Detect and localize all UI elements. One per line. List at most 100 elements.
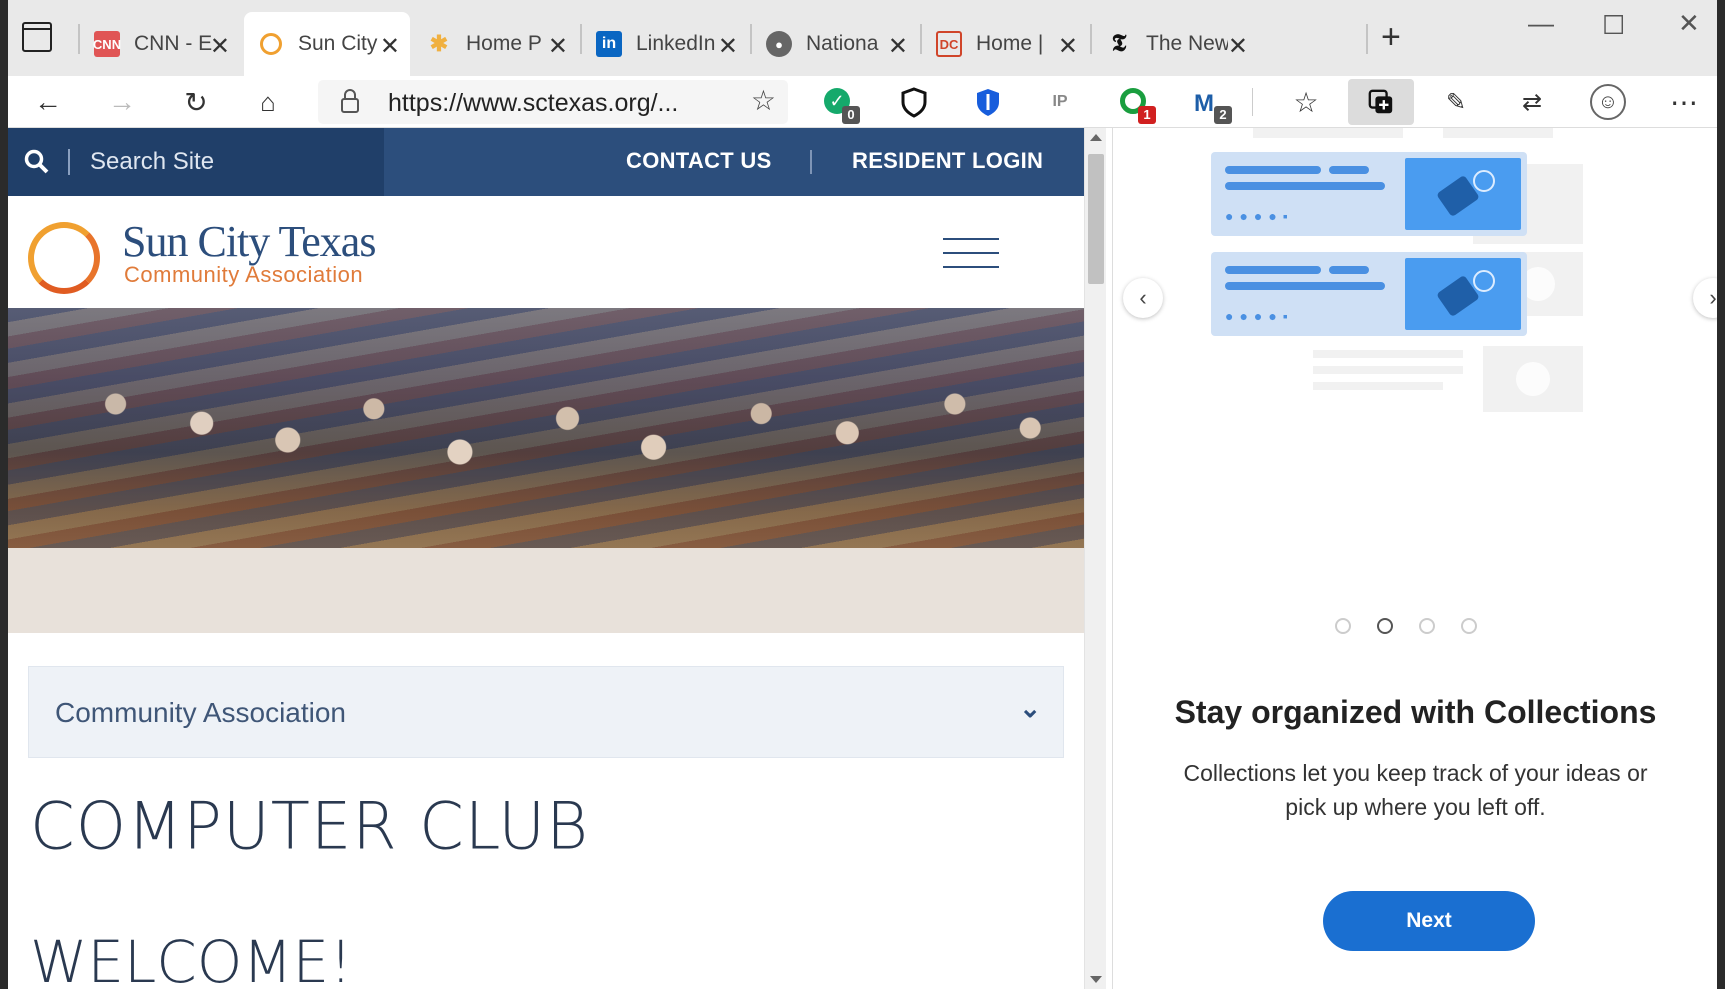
collections-description: Collections let you keep track of your i…	[1183, 760, 1648, 820]
ip-icon[interactable]: IP	[1042, 84, 1078, 120]
home-icon: DC	[936, 31, 962, 57]
bitwarden-icon[interactable]	[970, 84, 1006, 120]
collections-title: Stay organized with Collections	[1174, 694, 1657, 730]
tab-sun-city[interactable]: Sun City ✕	[244, 12, 410, 76]
contact-us-link[interactable]: CONTACT US	[626, 148, 772, 174]
page-dot[interactable]	[1461, 618, 1477, 634]
dropdown-label: Community Association	[55, 697, 347, 728]
search-input[interactable]: Search Site	[90, 148, 214, 176]
illustration-ghost	[1313, 382, 1443, 390]
page-dot-active[interactable]	[1377, 618, 1393, 634]
linkedin-icon: in	[596, 31, 622, 57]
close-tab-icon[interactable]: ✕	[210, 32, 230, 61]
pagination-dots	[1335, 618, 1477, 634]
tab-national[interactable]: ● Nationa ✕	[752, 12, 918, 76]
share-icon[interactable]: ⇄	[1512, 82, 1552, 122]
logo-name: Sun City Texas	[122, 217, 376, 266]
hero-band	[8, 548, 1084, 633]
illustration-ghost	[1313, 350, 1463, 358]
home-p-icon: ✱	[429, 31, 449, 56]
tab-actions-icon[interactable]	[22, 22, 52, 52]
chevron-right-icon: ›	[1709, 285, 1717, 310]
tab-home[interactable]: DC Home | ✕	[922, 12, 1088, 76]
extension-badge: 2	[1214, 106, 1232, 124]
page-title: COMPUTER CLUB	[30, 789, 589, 865]
collections-pane: ●●●●▪ ●●●●▪ ‹ › Stay organized with Coll…	[1112, 128, 1717, 989]
green-extension-icon[interactable]: 1	[1116, 84, 1156, 124]
tab-title: Home P	[466, 32, 542, 55]
tab-title: Home |	[976, 32, 1044, 55]
page-dot[interactable]	[1335, 618, 1351, 634]
back-icon[interactable]: ←	[28, 82, 68, 122]
illustration-ghost	[1483, 346, 1583, 412]
page-dot[interactable]	[1419, 618, 1435, 634]
close-tab-icon[interactable]: ✕	[380, 32, 400, 61]
scroll-down-icon[interactable]	[1090, 976, 1102, 983]
illustration-ghost	[1253, 128, 1403, 138]
site-search[interactable]: Search Site	[8, 128, 384, 196]
chevron-left-icon: ‹	[1139, 285, 1147, 310]
tab-title: The New	[1146, 32, 1228, 55]
url-text: https://www.sctexas.org/...	[388, 89, 679, 117]
top-link-divider	[810, 150, 812, 174]
section-dropdown[interactable]: Community Association ⌄	[28, 666, 1064, 758]
mail-extension-icon[interactable]: M 2	[1192, 84, 1232, 124]
tab-home-p[interactable]: ✱ Home P ✕	[412, 12, 578, 76]
search-divider	[68, 149, 70, 175]
forward-icon[interactable]: →	[102, 82, 142, 122]
browser-window: CNN CNN - E ✕ Sun City ✕ ✱ Home P ✕ in L…	[8, 0, 1717, 989]
close-tab-icon[interactable]: ✕	[1228, 32, 1248, 61]
minimize-icon[interactable]: —	[1528, 8, 1554, 39]
next-slide-arrow-button[interactable]: ›	[1693, 278, 1717, 318]
close-tab-icon[interactable]: ✕	[548, 32, 568, 61]
national-icon: ●	[766, 31, 792, 57]
tab-title: Nationa	[806, 32, 879, 55]
web-capture-icon[interactable]: ✎	[1436, 82, 1476, 122]
scroll-up-icon[interactable]	[1090, 134, 1102, 141]
close-window-icon[interactable]: ✕	[1678, 8, 1700, 39]
shield-icon[interactable]	[896, 84, 932, 120]
home-button-icon[interactable]: ⌂	[248, 82, 288, 122]
nyt-icon: 𝕿	[1111, 30, 1127, 57]
logo-ring-icon	[28, 222, 100, 294]
address-bar[interactable]: https://www.sctexas.org/... ☆	[318, 80, 788, 124]
page-subtitle: WELCOME!	[30, 928, 353, 989]
refresh-icon[interactable]: ↻	[176, 82, 216, 122]
new-tab-icon[interactable]: +	[1381, 18, 1401, 57]
extension-badge: 0	[842, 106, 860, 124]
scroll-thumb[interactable]	[1088, 154, 1104, 284]
maximize-icon[interactable]: ☐	[1602, 10, 1625, 41]
hero-image	[8, 308, 1084, 548]
logo-subtitle: Community Association	[124, 262, 364, 287]
toolbar-divider	[1252, 88, 1253, 116]
extension-badge: 1	[1138, 106, 1156, 124]
tab-title: CNN - E	[134, 32, 213, 55]
search-icon[interactable]	[24, 149, 50, 175]
illustration-card: ●●●●▪	[1211, 252, 1527, 336]
close-tab-icon[interactable]: ✕	[888, 32, 908, 61]
illustration-ghost	[1313, 366, 1463, 374]
grammarly-icon[interactable]: ✓ 0	[820, 84, 860, 124]
next-button[interactable]: Next	[1323, 891, 1535, 951]
tab-nyt[interactable]: 𝕿 The New ✕	[1092, 12, 1258, 76]
close-tab-icon[interactable]: ✕	[1058, 32, 1078, 61]
collections-icon[interactable]	[1348, 79, 1414, 125]
web-page: Search Site CONTACT US RESIDENT LOGIN Su…	[8, 128, 1084, 989]
tab-separator	[1366, 24, 1368, 54]
page-scrollbar[interactable]	[1084, 128, 1106, 989]
tab-linkedin[interactable]: in LinkedIn ✕	[582, 12, 748, 76]
illustration-ghost	[1443, 128, 1553, 138]
previous-slide-button[interactable]: ‹	[1123, 278, 1163, 318]
illustration-card: ●●●●▪	[1211, 152, 1527, 236]
profile-icon[interactable]: ☺	[1588, 82, 1628, 122]
more-menu-icon[interactable]: ⋯	[1664, 82, 1704, 122]
menu-icon[interactable]	[943, 236, 999, 272]
site-logo[interactable]: Sun City Texas Community Association	[26, 216, 426, 296]
close-tab-icon[interactable]: ✕	[718, 32, 738, 61]
resident-login-link[interactable]: RESIDENT LOGIN	[852, 148, 1043, 174]
lock-icon	[341, 89, 359, 113]
tab-title: LinkedIn	[636, 32, 716, 55]
add-favorite-icon[interactable]: ☆	[751, 84, 776, 117]
tab-cnn[interactable]: CNN CNN - E ✕	[80, 12, 240, 76]
favorites-icon[interactable]: ☆	[1286, 82, 1326, 122]
